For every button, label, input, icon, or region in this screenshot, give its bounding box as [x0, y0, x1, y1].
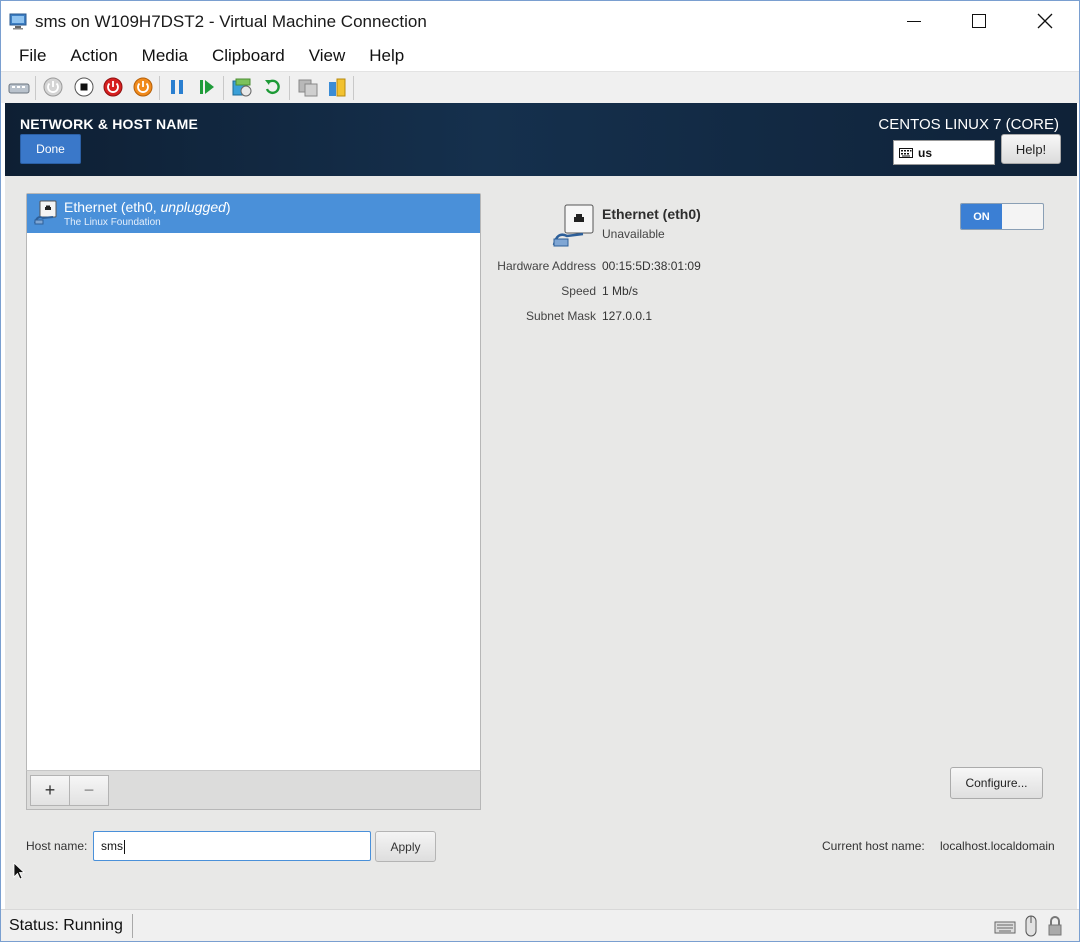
ctrl-alt-del-icon	[8, 83, 30, 94]
text-caret	[124, 839, 125, 854]
ctrl-alt-del-button[interactable]	[8, 76, 30, 98]
vm-connection-app-icon	[9, 13, 27, 30]
os-name: CENTOS LINUX 7 (CORE)	[878, 116, 1059, 133]
turn-off-button[interactable]	[73, 76, 95, 98]
enhanced-session-icon	[298, 79, 318, 97]
spoke-title: NETWORK & HOST NAME	[20, 116, 199, 132]
device-detail-name: Ethernet (eth0)	[602, 206, 701, 222]
menu-media[interactable]: Media	[130, 46, 200, 66]
window-title: sms on W109H7DST2 - Virtual Machine Conn…	[35, 12, 427, 31]
anaconda-header: NETWORK & HOST NAME Done CENTOS LINUX 7 …	[5, 103, 1077, 176]
checkpoint-icon	[232, 78, 252, 97]
remove-device-button[interactable]: −	[69, 775, 109, 806]
menu-file[interactable]: File	[7, 46, 58, 66]
speed-value: 1 Mb/s	[602, 284, 639, 298]
resume-icon	[200, 80, 214, 94]
menu-view[interactable]: View	[297, 46, 358, 66]
host-name-input[interactable]: sms	[93, 831, 371, 861]
device-list-toolbar: + −	[26, 770, 481, 810]
done-button[interactable]: Done	[20, 134, 81, 164]
current-host-name-value: localhost.localdomain	[940, 839, 1055, 853]
current-host-name-label: Current host name:	[822, 839, 925, 853]
minimize-icon	[907, 20, 921, 22]
host-name-label: Host name:	[26, 839, 88, 853]
keyboard-icon	[899, 147, 913, 158]
maximize-button[interactable]	[956, 1, 1002, 41]
vm-status-text: Status: Running	[9, 917, 123, 934]
ethernet-device-icon	[34, 200, 57, 225]
checkpoint-button[interactable]	[231, 76, 253, 98]
menu-help[interactable]: Help	[357, 46, 416, 66]
speed-label: Speed	[561, 284, 596, 298]
mouse-capture-icon	[1025, 915, 1037, 937]
device-on-off-switch[interactable]: ON	[960, 203, 1044, 230]
keyboard-layout-label: us	[918, 145, 933, 160]
shut-down-button[interactable]	[102, 76, 124, 98]
toolbar	[1, 71, 1079, 103]
vm-screen[interactable]: NETWORK & HOST NAME Done CENTOS LINUX 7 …	[5, 103, 1077, 909]
power-icon	[133, 77, 153, 97]
subnet-mask-value: 127.0.0.1	[602, 309, 653, 323]
keyboard-capture-icon	[994, 921, 1016, 934]
share-icon	[329, 78, 346, 97]
menu-bar: File Action Media Clipboard View Help	[1, 41, 1079, 71]
save-state-button[interactable]	[132, 76, 154, 98]
add-device-button[interactable]: +	[30, 775, 70, 806]
host-name-value: sms	[101, 839, 123, 853]
revert-button[interactable]	[262, 76, 284, 98]
device-name: Ethernet (eth0, unplugged)	[64, 199, 231, 215]
hardware-address-value: 00:15:5D:38:01:09	[602, 259, 701, 273]
share-button[interactable]	[326, 76, 348, 98]
close-icon	[1037, 13, 1053, 29]
device-name-suffix: )	[225, 199, 231, 215]
pause-button[interactable]	[166, 76, 188, 98]
keyboard-layout-indicator[interactable]: us	[893, 140, 995, 165]
menu-action[interactable]: Action	[58, 46, 129, 66]
enhanced-session-button[interactable]	[297, 76, 319, 98]
resume-button[interactable]	[196, 76, 218, 98]
status-bar: Status: Running	[1, 909, 1079, 941]
shut-down-icon	[103, 77, 123, 97]
device-vendor: The Linux Foundation	[64, 217, 161, 228]
mouse-pointer-icon	[13, 862, 25, 880]
close-button[interactable]	[1022, 1, 1068, 41]
title-bar[interactable]: sms on W109H7DST2 - Virtual Machine Conn…	[1, 1, 1079, 41]
device-detail-state: Unavailable	[602, 227, 665, 241]
subnet-mask-label: Subnet Mask	[525, 309, 596, 323]
minimize-button[interactable]	[891, 1, 937, 41]
device-link-state: unplugged	[160, 199, 226, 215]
apply-button[interactable]: Apply	[375, 831, 436, 862]
revert-icon	[265, 79, 280, 95]
lock-icon	[1048, 916, 1062, 936]
ethernet-device-large-icon	[552, 204, 594, 247]
configure-button[interactable]: Configure...	[950, 767, 1043, 799]
start-icon	[43, 77, 63, 97]
device-name-prefix: Ethernet (eth0,	[64, 199, 161, 215]
menu-clipboard[interactable]: Clipboard	[200, 46, 297, 66]
switch-on-label: ON	[961, 204, 1002, 229]
maximize-icon	[972, 14, 986, 28]
list-item[interactable]: Ethernet (eth0, unplugged) The Linux Fou…	[27, 194, 480, 233]
hardware-address-label: Hardware Address	[497, 259, 596, 273]
vm-connection-window: sms on W109H7DST2 - Virtual Machine Conn…	[0, 0, 1080, 942]
turn-off-icon	[74, 77, 94, 97]
help-button[interactable]: Help!	[1001, 134, 1061, 164]
start-button[interactable]	[42, 76, 64, 98]
pause-icon	[171, 80, 183, 94]
